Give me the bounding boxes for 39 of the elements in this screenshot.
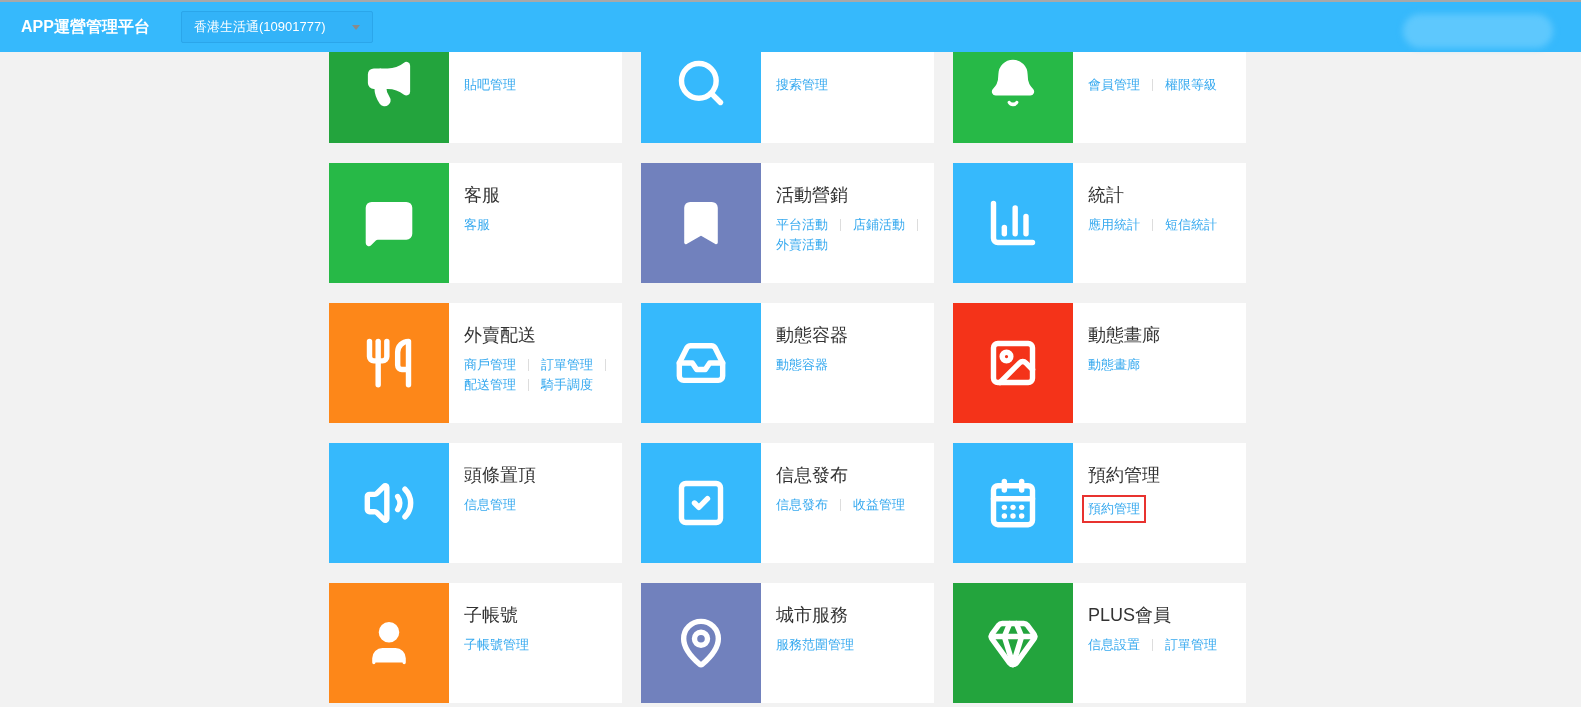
module-link[interactable]: 預約管理 xyxy=(1082,495,1146,523)
module-title: 子帳號 xyxy=(464,604,519,627)
module-link[interactable]: 搜索管理 xyxy=(776,75,828,95)
module-link[interactable]: 應用統計 xyxy=(1088,215,1140,235)
module-link[interactable]: 訂單管理 xyxy=(1165,635,1217,655)
module-link[interactable]: 信息設置 xyxy=(1088,635,1140,655)
module-link[interactable]: 子帳號管理 xyxy=(464,635,529,655)
module-link[interactable]: 外賣活動 xyxy=(776,235,828,255)
module-title: 外賣配送 xyxy=(464,324,537,347)
module-link[interactable]: 信息管理 xyxy=(464,495,516,515)
module-title: 信息發布 xyxy=(776,464,849,487)
module-link[interactable]: 服務范圍管理 xyxy=(776,635,854,655)
module-link[interactable]: 訂單管理 xyxy=(541,355,593,375)
module-title: 動態畫廊 xyxy=(1088,324,1161,347)
module-link[interactable]: 收益管理 xyxy=(853,495,905,515)
module-link[interactable]: 動態容器 xyxy=(776,355,828,375)
module-link[interactable]: 會員管理 xyxy=(1088,75,1140,95)
caret-icon xyxy=(352,24,360,30)
module-title: 頭條置頂 xyxy=(464,464,537,487)
module-link[interactable]: 信息發布 xyxy=(776,495,828,515)
platform-title: APP運營管理平台 xyxy=(21,17,151,37)
module-link[interactable]: 客服 xyxy=(464,215,490,235)
module-link[interactable]: 騎手調度 xyxy=(541,375,593,395)
store-select[interactable]: 香港生活通(10901777) xyxy=(181,11,373,43)
module-link[interactable]: 短信統計 xyxy=(1165,215,1217,235)
module-title: 動態容器 xyxy=(776,324,849,347)
module-link[interactable]: 配送管理 xyxy=(464,375,516,395)
module-title: 統計 xyxy=(1088,184,1125,207)
module-link[interactable]: 動態畫廊 xyxy=(1088,355,1140,375)
module-title: PLUS會員 xyxy=(1088,604,1173,627)
module-title: 預約管理 xyxy=(1088,464,1161,487)
module-title: 客服 xyxy=(464,184,501,207)
module-title: 城市服務 xyxy=(776,604,849,627)
module-link[interactable]: 商戶管理 xyxy=(464,355,516,375)
module-link[interactable]: 平台活動 xyxy=(776,215,828,235)
module-link[interactable]: 權限等級 xyxy=(1165,75,1217,95)
module-title: 活動營銷 xyxy=(776,184,849,207)
module-link[interactable]: 店鋪活動 xyxy=(853,215,905,235)
module-link[interactable]: 貼吧管理 xyxy=(464,75,516,95)
